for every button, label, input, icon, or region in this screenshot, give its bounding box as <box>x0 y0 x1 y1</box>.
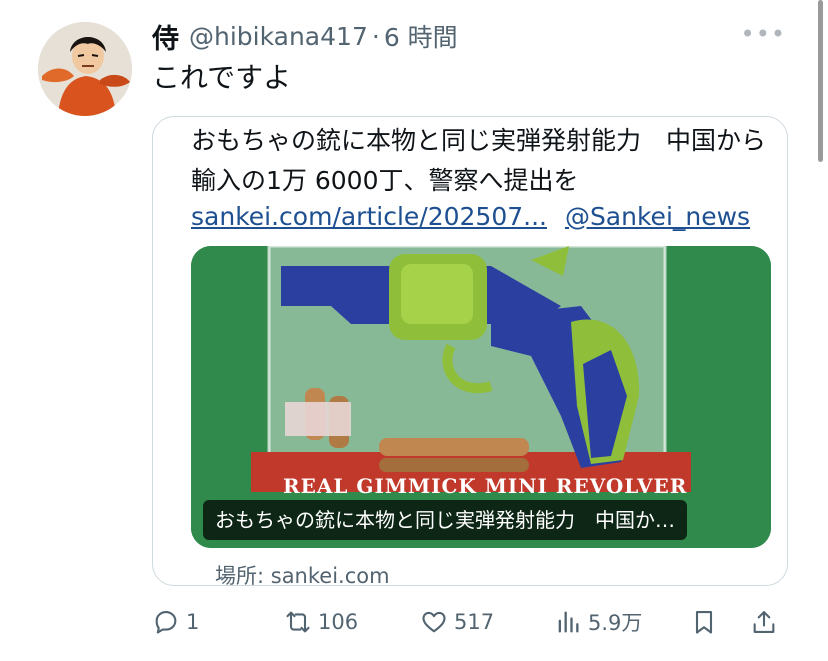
reply-icon <box>155 611 177 634</box>
more-options-icon[interactable]: ••• <box>741 22 786 46</box>
heart-icon <box>422 611 446 633</box>
reply-button[interactable]: 1 <box>152 602 199 642</box>
separator-dot: · <box>371 21 380 51</box>
retweet-count: 106 <box>318 610 359 634</box>
user-handle[interactable]: @hibikana417 <box>189 22 368 51</box>
display-name[interactable]: 侍 <box>152 17 179 56</box>
reply-count: 1 <box>186 610 200 634</box>
article-link[interactable]: sankei.com/article/202507... <box>191 202 547 231</box>
card-source[interactable]: 場所: sankei.com <box>215 560 390 585</box>
bookmark-button[interactable] <box>690 602 724 642</box>
share-icon <box>753 611 775 633</box>
views-icon <box>558 611 579 633</box>
post-text: これですよ <box>152 61 292 94</box>
like-count: 517 <box>454 610 495 634</box>
retweet-icon <box>286 611 310 633</box>
avatar-image <box>38 22 132 116</box>
link-card[interactable]: おもちゃの銃に本物と同じ実弾発射能力 中国から輸入の1万 6000丁、警察へ提出… <box>152 116 788 586</box>
share-button[interactable] <box>750 602 784 642</box>
avatar[interactable] <box>38 22 132 116</box>
views-button[interactable]: 5.9万 <box>554 602 642 642</box>
post-header: 侍 @hibikana417 · 6 時間 <box>152 17 458 56</box>
bookmark-icon <box>695 611 713 634</box>
card-title[interactable]: おもちゃの銃に本物と同じ実弾発射能力 中国から輸入の1万 6000丁、警察へ提出… <box>191 121 781 201</box>
action-bar: 1 106 517 5.9万 <box>152 602 788 642</box>
like-button[interactable]: 517 <box>420 602 494 642</box>
card-links: sankei.com/article/202507... @Sankei_new… <box>191 199 750 235</box>
card-image[interactable]: REAL GIMMICK MINI REVOLVER おもちゃの銃に本物と同じ実… <box>191 246 771 548</box>
views-count: 5.9万 <box>588 611 643 635</box>
retweet-button[interactable]: 106 <box>284 602 358 642</box>
post-timestamp[interactable]: 6 時間 <box>384 18 458 54</box>
media-caption: おもちゃの銃に本物と同じ実弾発射能力 中国か… <box>203 500 687 540</box>
account-link[interactable]: @Sankei_news <box>565 202 750 231</box>
scrollbar[interactable] <box>818 0 823 162</box>
packaging-label: REAL GIMMICK MINI REVOLVER <box>283 474 688 498</box>
